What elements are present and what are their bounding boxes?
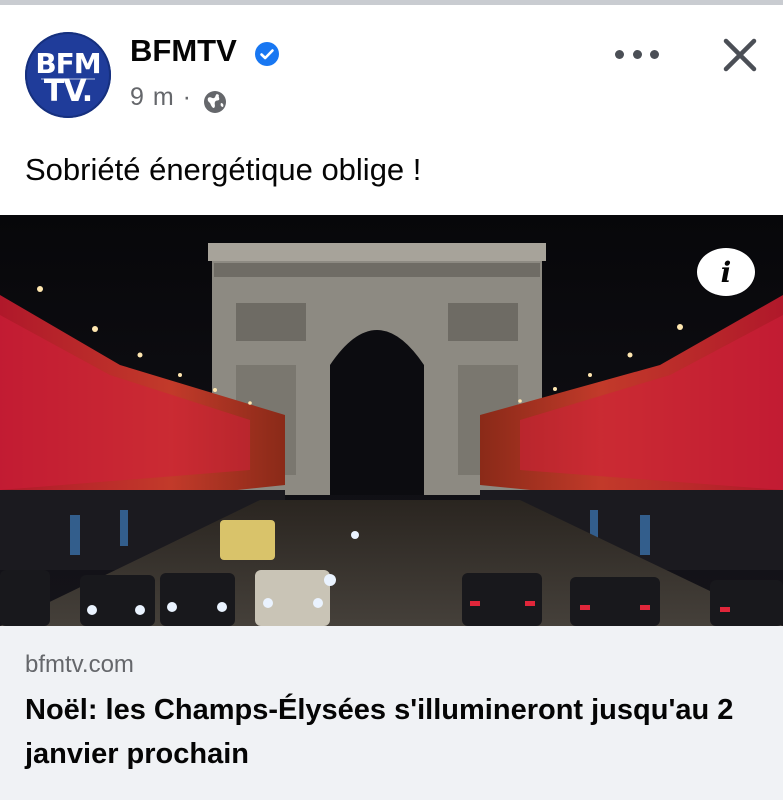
link-preview-image[interactable] [0, 215, 783, 626]
dot [615, 49, 624, 59]
post-text: Sobriété énergétique oblige ! [25, 152, 422, 187]
page-name-link[interactable]: BFMTV [130, 33, 237, 69]
more-options-icon[interactable] [615, 39, 659, 69]
dot [632, 49, 642, 59]
champs-elysees-photo [0, 215, 783, 626]
link-title[interactable]: Noël: les Champs-Élysées s'illumineront … [25, 688, 765, 776]
link-domain: bfmtv.com [25, 651, 134, 678]
verified-badge-icon [255, 42, 279, 66]
avatar[interactable]: BFM TV. [25, 32, 111, 118]
avatar-text-bottom: TV. [43, 74, 93, 109]
info-icon[interactable]: i [697, 248, 755, 296]
close-icon[interactable] [720, 35, 760, 75]
post-header: BFM TV. BFMTV 9 m · [0, 5, 783, 123]
link-preview-card[interactable]: bfmtv.com Noël: les Champs-Élysées s'ill… [0, 626, 783, 800]
dot [650, 49, 659, 59]
globe-icon [204, 91, 226, 113]
post-timestamp[interactable]: 9 m · [130, 83, 192, 112]
